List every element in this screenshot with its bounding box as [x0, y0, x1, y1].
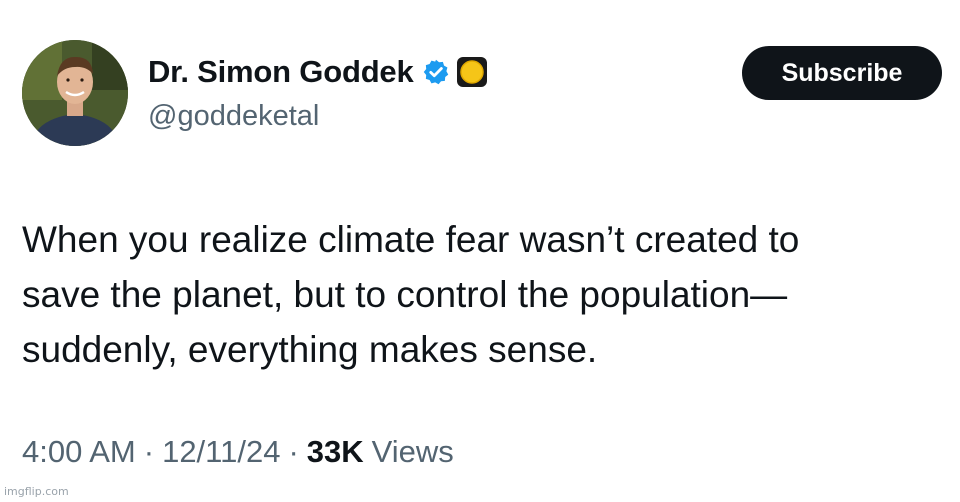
meta-separator: · [288, 434, 299, 469]
meta-separator: · [143, 434, 155, 469]
author-handle[interactable]: @goddeketal [148, 100, 319, 133]
tweet-date[interactable]: 12/11/24 [162, 434, 280, 470]
affiliate-badge-icon[interactable] [456, 56, 488, 88]
tweet-text-line: suddenly, everything makes sense. [22, 329, 598, 370]
profile-photo [22, 40, 128, 146]
tweet-time[interactable]: 4:00 AM [22, 434, 136, 470]
tweet-meta: 4:00 AM · 12/11/24 · 33K Views [22, 434, 454, 470]
tweet-text: When you realize climate fear wasn’t cre… [22, 212, 932, 377]
author-name-row: Dr. Simon Goddek [148, 52, 488, 92]
avatar[interactable] [22, 40, 128, 146]
tweet-text-line: save the planet, but to control the popu… [22, 274, 788, 315]
views-label: Views [371, 434, 454, 469]
verified-badge-icon[interactable] [422, 58, 450, 86]
imgflip-watermark: imgflip.com [4, 485, 69, 498]
views-count: 33K [306, 434, 364, 469]
tweet-text-line: When you realize climate fear wasn’t cre… [22, 219, 800, 260]
display-name[interactable]: Dr. Simon Goddek [148, 54, 414, 90]
subscribe-button[interactable]: Subscribe [742, 46, 942, 100]
